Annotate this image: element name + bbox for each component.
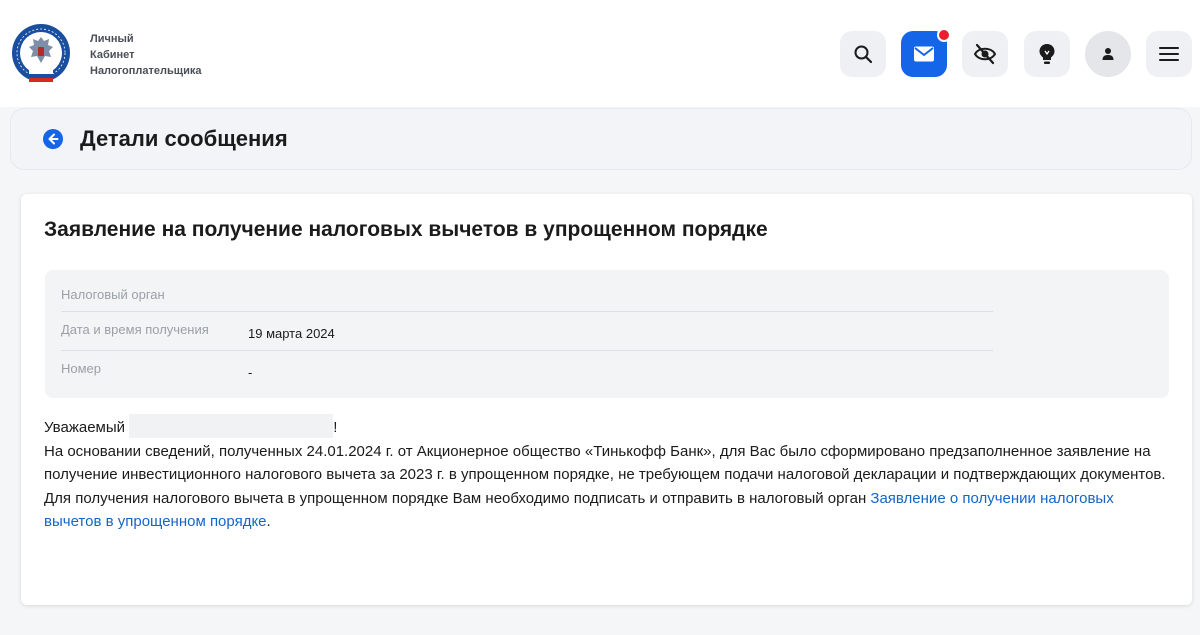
notification-badge <box>937 28 951 42</box>
message-title: Заявление на получение налоговых вычетов… <box>44 218 768 241</box>
message-body: Уважаемый ! На основании сведений, получ… <box>44 414 1174 534</box>
eye-crossed-icon <box>973 43 997 65</box>
back-arrow-icon[interactable] <box>43 129 63 149</box>
page-title: Детали сообщения <box>80 126 288 151</box>
user-icon <box>1102 48 1114 60</box>
hamburger-icon <box>1159 47 1179 61</box>
profile-button[interactable] <box>1085 31 1131 77</box>
detail-label: Налоговый орган <box>61 287 165 302</box>
fns-emblem-logo[interactable] <box>11 23 71 85</box>
detail-label: Дата и время получения <box>61 322 209 337</box>
menu-button[interactable] <box>1146 31 1192 77</box>
search-button[interactable] <box>840 31 886 77</box>
search-icon <box>854 45 873 64</box>
message-card: Заявление на получение налоговых вычетов… <box>21 194 1192 605</box>
detail-row-received-date: Дата и время получения 19 марта 2024 <box>61 312 993 351</box>
greeting-prefix: Уважаемый <box>44 419 126 436</box>
envelope-icon <box>914 46 934 62</box>
brand-title[interactable]: Личный Кабинет Налогоплательщика <box>90 31 201 79</box>
paragraph-basis: На основании сведений, полученных 24.01.… <box>44 442 1166 484</box>
brand-line: Налогоплательщика <box>90 65 202 77</box>
greeting-suffix: ! <box>333 419 338 436</box>
brand-line: Кабинет <box>90 49 135 61</box>
greeting: Уважаемый ! <box>44 414 1174 440</box>
instruction-text: Для получения налогового вычета в упроще… <box>44 489 871 507</box>
visually-impaired-button[interactable] <box>962 31 1008 77</box>
paragraph-instruction: Для получения налогового вычета в упроще… <box>44 487 1174 534</box>
brand-line: Личный <box>90 33 134 45</box>
detail-row-tax-authority: Налоговый орган <box>61 270 993 312</box>
messages-button[interactable] <box>901 28 951 77</box>
message-details: Налоговый орган Дата и время получения 1… <box>45 270 1169 398</box>
hints-button[interactable] <box>1024 31 1070 77</box>
redacted-name <box>129 414 334 438</box>
detail-label: Номер <box>61 361 102 376</box>
lightbulb-icon <box>1039 44 1055 64</box>
detail-value: 19 марта 2024 <box>248 326 335 341</box>
page-title-bar: Детали сообщения <box>10 108 1192 170</box>
detail-row-number: Номер - <box>61 351 993 391</box>
instruction-suffix: . <box>266 513 271 530</box>
detail-value: - <box>248 365 253 380</box>
header: Личный Кабинет Налогоплательщика <box>0 0 1200 107</box>
